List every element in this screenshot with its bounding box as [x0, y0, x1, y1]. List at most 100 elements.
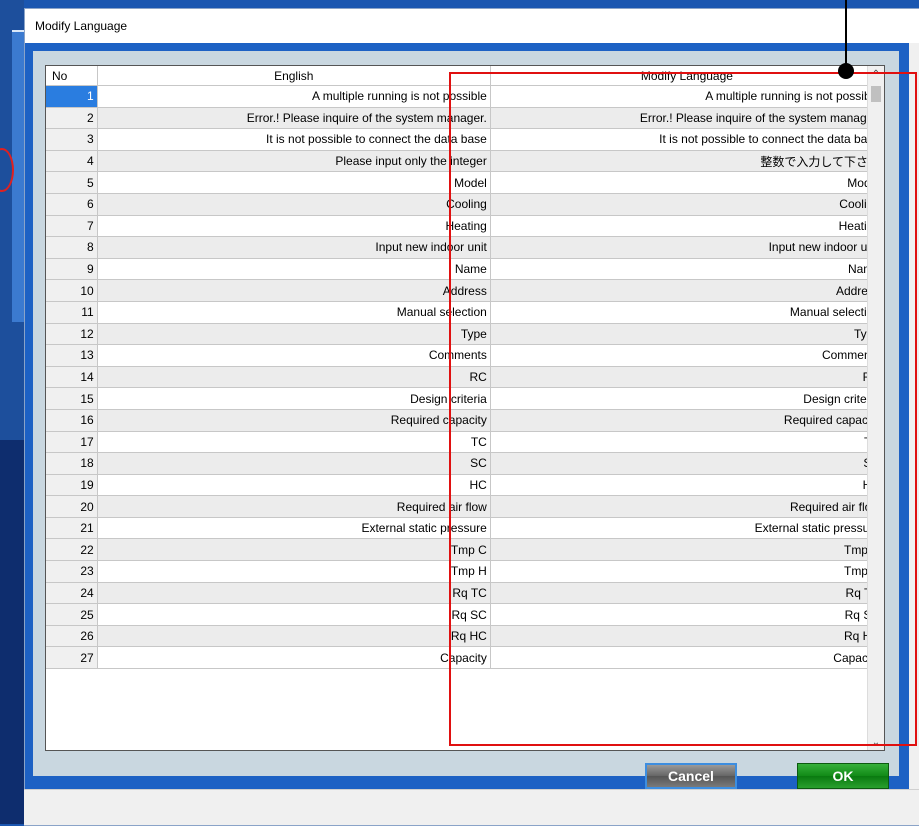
header-no[interactable]: No — [46, 66, 98, 86]
modify-language-cell[interactable]: Design criteria — [490, 388, 884, 410]
modify-language-cell[interactable]: RC — [490, 366, 884, 389]
modify-language-cell[interactable]: External static pressure — [490, 517, 884, 540]
english-cell[interactable]: Manual selection — [97, 301, 491, 324]
english-cell[interactable]: RC — [97, 366, 491, 389]
modify-language-cell[interactable]: Required air flow — [490, 496, 884, 518]
cancel-button[interactable]: Cancel — [645, 763, 737, 789]
scroll-thumb[interactable] — [871, 86, 881, 102]
modify-language-cell[interactable]: 整数で入力して下さい — [490, 150, 884, 173]
table-row[interactable]: 2 Error.! Please inquire of the system ma… — [46, 107, 884, 130]
modify-language-cell[interactable]: TC — [490, 431, 884, 454]
english-cell[interactable]: Input new indoor unit — [97, 237, 491, 259]
english-cell[interactable]: Cooling — [97, 193, 491, 216]
modify-language-cell[interactable]: Heating — [490, 215, 884, 238]
modify-language-cell[interactable]: Cooling — [490, 193, 884, 216]
english-cell[interactable]: A multiple running is not possible — [97, 86, 491, 108]
table-row[interactable]: 18SCSC — [46, 453, 884, 475]
table-row[interactable]: 19HCHC — [46, 474, 884, 497]
modify-language-cell[interactable]: Rq TC — [490, 582, 884, 605]
english-cell[interactable]: Tmp H — [97, 561, 491, 583]
modify-language-cell[interactable]: A multiple running is not possible — [490, 86, 884, 108]
table-row[interactable]: 3 It is not possible to connect the data … — [46, 129, 884, 151]
english-cell[interactable]: Tmp C — [97, 539, 491, 562]
english-cell[interactable]: TC — [97, 431, 491, 454]
table-row[interactable]: 14RCRC — [46, 366, 884, 389]
modify-language-cell[interactable]: HC — [490, 474, 884, 497]
modify-language-cell[interactable]: Manual selection — [490, 301, 884, 324]
english-cell[interactable]: Address — [97, 280, 491, 302]
table-row[interactable]: 5 Model Model — [46, 172, 884, 194]
modify-language-cell[interactable]: SC — [490, 453, 884, 475]
english-cell[interactable]: External static pressure — [97, 517, 491, 540]
modify-language-cell[interactable]: Error.! Please inquire of the system man… — [490, 107, 884, 130]
table-row[interactable]: 15 Design criteria Design criteria — [46, 388, 884, 410]
english-cell[interactable]: Capacity — [97, 647, 491, 670]
modify-language-cell[interactable]: Required capacity — [490, 409, 884, 432]
row-number-cell: 23 — [46, 561, 98, 583]
modify-language-cell[interactable]: Name — [490, 258, 884, 281]
english-cell[interactable]: Heating — [97, 215, 491, 238]
vertical-scrollbar[interactable]: ⌃ ⌄ — [867, 66, 884, 750]
row-number-cell: 6 — [46, 193, 98, 216]
table-row[interactable]: 16 Required capacity Required capacity — [46, 409, 884, 432]
english-cell[interactable]: Rq SC — [97, 604, 491, 626]
title-bar[interactable]: Modify Language — [25, 9, 919, 43]
table-row[interactable]: 17TCTC — [46, 431, 884, 454]
table-row[interactable]: 11 Manual selection Manual selection — [46, 301, 884, 324]
table-row[interactable]: 12TypeType — [46, 323, 884, 346]
modify-language-cell[interactable]: Tmp C — [490, 539, 884, 562]
language-grid[interactable]: No English Modify Language 1A multiple r… — [45, 65, 885, 751]
table-row[interactable]: 10 Address Address — [46, 280, 884, 302]
table-row[interactable]: 6 Cooling Cooling — [46, 193, 884, 216]
english-cell[interactable]: Name — [97, 258, 491, 281]
row-number-cell: 13 — [46, 345, 98, 367]
header-english[interactable]: English — [97, 66, 491, 86]
table-row[interactable]: 20 Required air flow Required air flow — [46, 496, 884, 518]
table-row[interactable]: 23 Tmp H Tmp H — [46, 561, 884, 583]
table-row[interactable]: 24 Rq TC Rq TC — [46, 582, 884, 605]
modify-language-cell[interactable]: Rq HC — [490, 625, 884, 648]
english-cell[interactable]: Required capacity — [97, 409, 491, 432]
english-cell[interactable]: Design criteria — [97, 388, 491, 410]
modify-language-cell[interactable]: Input new indoor unit — [490, 237, 884, 259]
english-cell[interactable]: Required air flow — [97, 496, 491, 518]
english-cell[interactable]: SC — [97, 453, 491, 475]
modify-language-cell[interactable]: Capacity — [490, 647, 884, 670]
modify-language-cell[interactable]: Model — [490, 172, 884, 194]
row-number-cell: 5 — [46, 172, 98, 194]
modify-language-cell[interactable]: Address — [490, 280, 884, 302]
english-cell[interactable]: Please input only the integer — [97, 150, 491, 173]
table-row[interactable]: 26 Rq HC Rq HC — [46, 625, 884, 648]
modify-language-cell[interactable]: Comments — [490, 345, 884, 367]
row-number-cell: 27 — [46, 647, 98, 670]
table-row[interactable]: 7 Heating Heating — [46, 215, 884, 238]
english-cell[interactable]: Rq HC — [97, 625, 491, 648]
modify-language-cell[interactable]: It is not possible to connect the data b… — [490, 129, 884, 151]
english-cell[interactable]: Model — [97, 172, 491, 194]
table-row[interactable]: 21 External static pressure External stati… — [46, 517, 884, 540]
english-cell[interactable]: Error.! Please inquire of the system man… — [97, 107, 491, 130]
ok-button[interactable]: OK — [797, 763, 889, 789]
table-row[interactable]: 27 Capacity Capacity — [46, 647, 884, 670]
table-row[interactable]: 25 Rq SC Rq SC — [46, 604, 884, 626]
english-cell[interactable]: Rq TC — [97, 582, 491, 605]
english-cell[interactable]: HC — [97, 474, 491, 497]
table-row[interactable]: 9 Name Name — [46, 258, 884, 281]
modify-language-cell[interactable]: Rq SC — [490, 604, 884, 626]
content-panel: No English Modify Language 1A multiple r… — [33, 51, 899, 789]
table-row[interactable]: 22 Tmp C Tmp C — [46, 539, 884, 562]
chevron-down-icon[interactable]: ⌄ — [868, 734, 884, 750]
row-number-cell: 11 — [46, 301, 98, 324]
english-cell[interactable]: Comments — [97, 345, 491, 367]
table-row[interactable]: 1A multiple running is not possible A mul… — [46, 86, 884, 108]
modify-language-cell[interactable]: Tmp H — [490, 561, 884, 583]
modify-language-cell[interactable]: Type — [490, 323, 884, 346]
chevron-up-icon[interactable]: ⌃ — [868, 66, 884, 82]
english-cell[interactable]: Type — [97, 323, 491, 346]
table-row[interactable]: 8 Input new indoor unit Input new indoor u… — [46, 237, 884, 259]
english-cell[interactable]: It is not possible to connect the data b… — [97, 129, 491, 151]
header-modify-language[interactable]: Modify Language — [490, 66, 884, 86]
table-row[interactable]: 4 Please input only the integer 整数で入力して下さい — [46, 150, 884, 173]
row-number-cell: 1 — [46, 86, 98, 108]
table-row[interactable]: 13 Comments Comments — [46, 345, 884, 367]
